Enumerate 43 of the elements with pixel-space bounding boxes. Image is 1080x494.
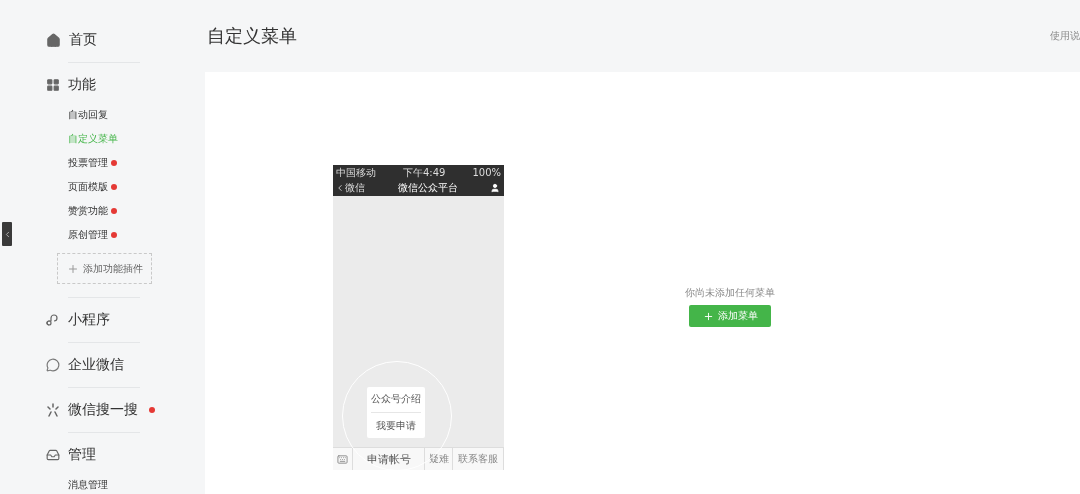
nav-subitem[interactable]: 投票管理 xyxy=(68,156,108,170)
page-title: 自定义菜单 xyxy=(207,24,297,48)
phone-menu-tab[interactable]: 申请帐号 xyxy=(353,448,425,470)
nav-item[interactable]: 企业微信 xyxy=(68,356,124,374)
nav-item[interactable]: 管理 xyxy=(68,446,96,464)
phone-menu-tab[interactable]: 联系客服 xyxy=(453,448,504,470)
phone-menu-tab[interactable]: 疑难 xyxy=(425,448,453,470)
empty-message: 你尚未添加任何菜单 xyxy=(685,286,775,300)
help-link[interactable]: 使用说 xyxy=(1050,29,1080,43)
sparkle-icon xyxy=(46,403,60,417)
inbox-icon xyxy=(46,448,60,462)
notification-dot xyxy=(111,160,117,166)
nav-item[interactable]: 功能 xyxy=(68,76,96,94)
chat-bubble-icon xyxy=(46,358,60,372)
back-link[interactable]: 微信 xyxy=(335,181,365,195)
submenu-item[interactable]: 我要申请 xyxy=(376,419,416,433)
carrier-label: 中国移动 xyxy=(336,167,376,178)
keyboard-icon[interactable] xyxy=(337,453,348,465)
nav-item[interactable]: 微信搜一搜 xyxy=(68,401,138,419)
notification-dot xyxy=(111,184,117,190)
nav-item[interactable]: 首页 xyxy=(69,31,97,49)
plus-icon xyxy=(702,310,714,322)
notification-dot xyxy=(149,407,155,413)
nav-item[interactable]: 小程序 xyxy=(68,311,110,329)
notification-dot xyxy=(111,208,117,214)
chevron-left-icon xyxy=(335,183,345,193)
phone-title: 微信公众平台 xyxy=(397,181,458,195)
nav-subitem[interactable]: 消息管理 xyxy=(68,478,108,492)
home-icon xyxy=(46,32,61,48)
add-plugin-button[interactable]: 添加功能插件 xyxy=(57,253,152,284)
nav-subitem[interactable]: 页面模版 xyxy=(68,180,108,194)
collapse-button[interactable] xyxy=(2,222,12,246)
nav-subitem[interactable]: 原创管理 xyxy=(68,228,108,242)
plus-icon xyxy=(67,262,79,275)
notification-dot xyxy=(111,232,117,238)
clock-label: 下午4:49 xyxy=(402,167,446,178)
grid-icon xyxy=(46,78,60,92)
link-icon xyxy=(46,313,60,327)
battery-label: 100% xyxy=(472,167,501,178)
user-icon[interactable] xyxy=(490,183,500,193)
nav-subitem[interactable]: 自动回复 xyxy=(68,108,108,122)
submenu-item[interactable]: 公众号介绍 xyxy=(371,392,421,406)
nav-subitem[interactable]: 赞赏功能 xyxy=(68,204,108,218)
